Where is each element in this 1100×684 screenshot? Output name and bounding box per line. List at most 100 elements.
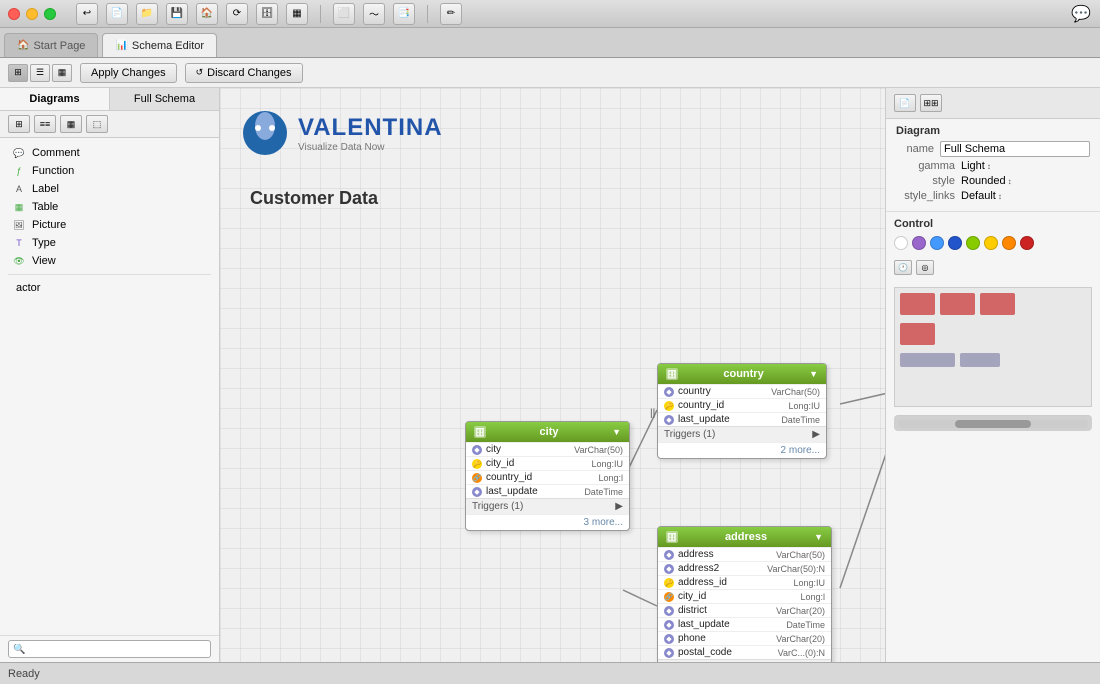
field-icon: ◆ [664,648,674,658]
sidebar-entity-actor[interactable]: actor [8,279,211,297]
field-icon: ◆ [664,564,674,574]
home-icon[interactable]: 🏠 [196,3,218,25]
pk-icon: 🔑 [472,459,482,469]
minimap-target-btn[interactable]: ◎ [916,260,934,275]
sidebar-tab-diagrams[interactable]: Diagrams [0,88,110,110]
view-table-button[interactable]: ▦ [52,64,72,82]
sidebar-view-btn4[interactable]: ⬚ [86,115,108,133]
table-city-more[interactable]: 3 more... [466,514,629,530]
discard-changes-button[interactable]: ↺ Discard Changes [185,63,303,83]
minimap-clock-btn[interactable]: 🕐 [894,260,912,275]
table-address-triggers[interactable]: Triggers (1) ▶ [658,659,831,662]
view-icon: 👁 [12,254,26,268]
grid-icon[interactable]: ⬜ [333,3,355,25]
swatch-yellow[interactable] [984,236,998,250]
field-type: VarChar(50) [771,387,820,397]
sidebar-item-comment-label: Comment [32,147,80,159]
table-country-more[interactable]: 2 more... [658,442,826,458]
chart-icon[interactable]: ▦ [286,3,308,25]
refresh-icon[interactable]: ⟳ [226,3,248,25]
main-layout: Diagrams Full Schema ⊞ ≡≡ ▦ ⬚ 💬 Comment … [0,88,1100,662]
minimap-tabs: 🕐 ◎ [886,256,1100,279]
sidebar-item-function[interactable]: ƒ Function [8,162,211,180]
swatch-purple[interactable] [912,236,926,250]
sidebar-item-table[interactable]: ▦ Table [8,198,211,216]
sidebar-divider [8,274,211,275]
table-city-arrow[interactable]: ▼ [612,427,621,437]
sidebar-item-comment[interactable]: 💬 Comment [8,144,211,162]
swatch-red[interactable] [1020,236,1034,250]
sidebar-tabs: Diagrams Full Schema [0,88,219,111]
table-country-arrow[interactable]: ▼ [809,369,818,379]
swatch-blue[interactable] [948,236,962,250]
swatch-blue-light[interactable] [930,236,944,250]
table-row: 🔑 country_id Long:IU [658,398,826,412]
sidebar-item-label[interactable]: A Label [8,180,211,198]
swatch-green-yellow[interactable] [966,236,980,250]
minimap-scrollbar[interactable] [894,415,1092,431]
field-type: VarChar(20) [776,606,825,616]
discard-changes-label: Discard Changes [207,67,291,79]
status-text: Ready [8,668,40,680]
fullscreen-button[interactable] [44,8,56,20]
table-city-triggers[interactable]: Triggers (1) ▶ [466,498,629,514]
field-icon: ◆ [664,415,674,425]
canvas[interactable]: VALENTINA Visualize Data Now Customer Da… [220,88,885,662]
search-area [0,635,219,662]
new-icon[interactable]: 📄 [106,3,128,25]
table-row: ◆ last_update DateTime [466,484,629,498]
field-type: DateTime [786,620,825,630]
field-icon: ◆ [664,387,674,397]
sidebar-view-btn1[interactable]: ⊞ [8,115,30,133]
sidebar-item-picture-label: Picture [32,219,66,231]
view-grid-button[interactable]: ⊞ [8,64,28,82]
sidebar-item-picture[interactable]: 🖼 Picture [8,216,211,234]
scrollbar-thumb[interactable] [955,420,1031,428]
type-icon: T [12,236,26,250]
swatch-orange[interactable] [1002,236,1016,250]
panel-grid-btn[interactable]: ⊞⊞ [920,94,942,112]
panel-value-name[interactable] [940,141,1090,157]
swatch-white[interactable] [894,236,908,250]
logo-area: VALENTINA Visualize Data Now [240,108,443,158]
database-icon[interactable]: 🗄 [256,3,278,25]
table-address[interactable]: 🗄 address ▼ ◆ address VarChar(50) ◆ addr… [657,526,832,662]
view-list-button[interactable]: ☰ [30,64,50,82]
logo-tagline: Visualize Data Now [298,142,443,153]
tab-schema-editor[interactable]: 📊 Schema Editor [102,33,217,57]
table-country-triggers[interactable]: Triggers (1) ▶ [658,426,826,442]
sidebar-item-table-label: Table [32,201,58,213]
table-row: ◆ phone VarChar(20) [658,631,831,645]
sidebar-view-btn3[interactable]: ▦ [60,115,82,133]
tab-start-page[interactable]: 🏠 Start Page [4,33,98,57]
panel-value-style-links[interactable]: Default ↕ [961,190,1002,202]
field-type: DateTime [781,415,820,425]
panel-note-btn[interactable]: 📄 [894,94,916,112]
close-button[interactable] [8,8,20,20]
open-icon[interactable]: 📁 [136,3,158,25]
table-country[interactable]: 🗄 country ▼ ◆ country VarChar(50) 🔑 coun… [657,363,827,459]
sidebar-view-btn2[interactable]: ≡≡ [34,115,56,133]
field-name: country [678,386,767,397]
wave-icon[interactable]: 〜 [363,3,385,25]
chat-icon[interactable]: 💬 [1070,3,1092,25]
sidebar-tab-fullschema[interactable]: Full Schema [110,88,219,110]
search-input[interactable] [8,640,211,658]
sidebar-item-type[interactable]: T Type [8,234,211,252]
note-icon[interactable]: 📑 [393,3,415,25]
table-address-arrow[interactable]: ▼ [814,532,823,542]
field-icon: ◆ [472,487,482,497]
sidebar-tab-diagrams-label: Diagrams [29,93,79,105]
pen-icon[interactable]: ✏ [440,3,462,25]
sidebar-item-view[interactable]: 👁 View [8,252,211,270]
panel-value-gamma[interactable]: Light ↕ [961,160,991,172]
table-city[interactable]: 🗄 city ▼ ◆ city VarChar(50) 🔑 city_id Lo… [465,421,630,531]
triggers-arrow: ▶ [812,429,820,440]
panel-value-style[interactable]: Rounded ↕ [961,175,1012,187]
apply-changes-button[interactable]: Apply Changes [80,63,177,83]
back-icon[interactable]: ↩ [76,3,98,25]
save-icon[interactable]: 💾 [166,3,188,25]
control-section: Control [886,212,1100,256]
minimize-button[interactable] [26,8,38,20]
field-icon: ◆ [664,550,674,560]
